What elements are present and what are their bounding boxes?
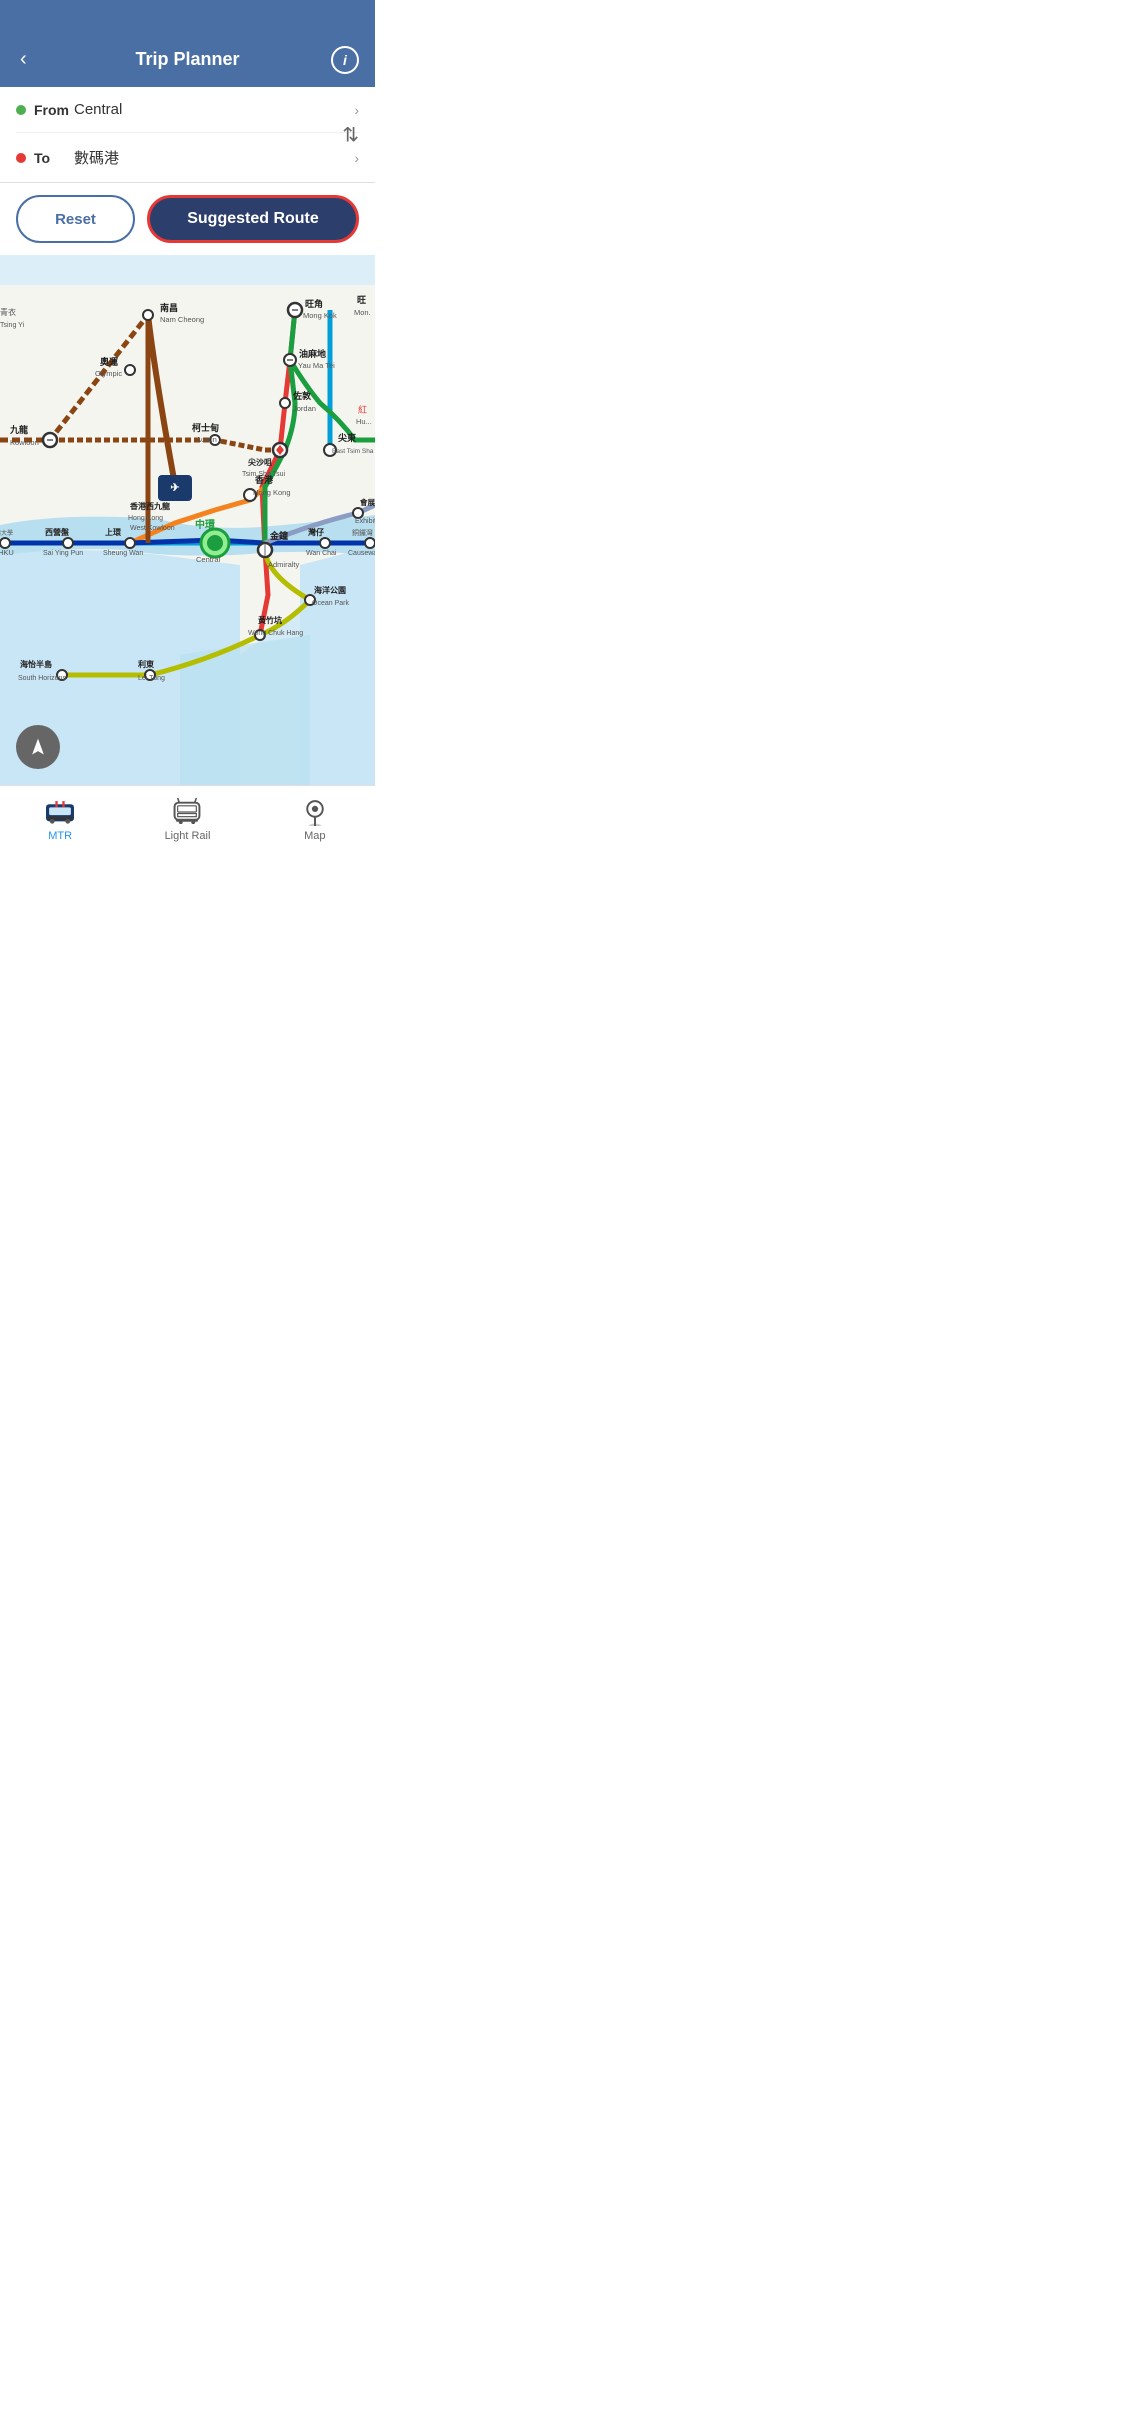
reset-button[interactable]: Reset bbox=[16, 195, 135, 243]
mtr-icon bbox=[44, 798, 76, 826]
svg-text:青衣: 青衣 bbox=[0, 307, 16, 317]
svg-text:Ocean Park: Ocean Park bbox=[312, 600, 349, 607]
svg-text:East Tsim Sha Tsui: East Tsim Sha Tsui bbox=[332, 448, 375, 455]
nav-item-light-rail[interactable]: Light Rail bbox=[145, 794, 231, 846]
svg-text:九龍: 九龍 bbox=[9, 424, 28, 435]
light-rail-label: Light Rail bbox=[165, 830, 211, 842]
svg-text:灣仔: 灣仔 bbox=[308, 527, 324, 537]
svg-text:奧運: 奧運 bbox=[100, 356, 118, 367]
svg-text:Mong Kok: Mong Kok bbox=[303, 311, 337, 320]
svg-text:西營盤: 西營盤 bbox=[45, 527, 70, 537]
suggested-route-button[interactable]: Suggested Route bbox=[147, 195, 359, 243]
svg-text:佐敦: 佐敦 bbox=[292, 390, 312, 401]
light-rail-icon bbox=[171, 798, 203, 826]
svg-text:Olympic: Olympic bbox=[95, 369, 122, 378]
map-icon bbox=[299, 798, 331, 826]
svg-text:Mon.: Mon. bbox=[354, 308, 371, 317]
svg-text:會展: 會展 bbox=[360, 497, 375, 507]
swap-button[interactable]: ⇅ bbox=[342, 122, 359, 147]
svg-text:Jordan: Jordan bbox=[293, 404, 316, 413]
mtr-label: MTR bbox=[48, 830, 72, 842]
svg-text:Yau Ma Tei: Yau Ma Tei bbox=[298, 361, 335, 370]
to-chevron: › bbox=[354, 150, 359, 166]
svg-text:✈: ✈ bbox=[170, 482, 179, 494]
svg-text:Central: Central bbox=[196, 555, 221, 564]
svg-text:銅鑼灣: 銅鑼灣 bbox=[352, 528, 373, 537]
to-value: 數碼港 bbox=[74, 147, 354, 168]
svg-text:柯士甸: 柯士甸 bbox=[192, 422, 219, 433]
route-inputs: From Central › To 數碼港 › ⇅ bbox=[0, 87, 375, 183]
svg-text:Hong Kong: Hong Kong bbox=[253, 488, 291, 497]
svg-text:Sai Ying Pun: Sai Ying Pun bbox=[43, 550, 83, 557]
svg-text:港大學: 港大學 bbox=[0, 529, 13, 537]
svg-text:油麻地: 油麻地 bbox=[299, 348, 326, 359]
from-label: From bbox=[34, 102, 74, 118]
from-dot bbox=[16, 105, 26, 115]
action-buttons: Reset Suggested Route bbox=[0, 183, 375, 255]
app-header: ‹ Trip Planner i bbox=[0, 0, 375, 87]
svg-text:香港西九龍: 香港西九龍 bbox=[129, 501, 170, 511]
svg-text:West Kowloon: West Kowloon bbox=[130, 525, 175, 532]
to-row[interactable]: To 數碼港 › bbox=[16, 133, 359, 182]
svg-text:Tsing Yi: Tsing Yi bbox=[0, 322, 25, 329]
svg-text:海怡半島: 海怡半島 bbox=[20, 659, 52, 669]
nav-item-map[interactable]: Map bbox=[279, 794, 351, 846]
svg-text:中環: 中環 bbox=[195, 518, 216, 531]
svg-text:Wong Chuk Hang: Wong Chuk Hang bbox=[248, 630, 303, 637]
svg-text:Hu...: Hu... bbox=[356, 417, 372, 426]
nav-item-mtr[interactable]: MTR bbox=[24, 794, 96, 846]
svg-text:利東: 利東 bbox=[137, 659, 154, 669]
svg-text:海洋公園: 海洋公園 bbox=[314, 585, 346, 595]
svg-text:Exhibition Cen.: Exhibition Cen. bbox=[355, 518, 375, 525]
from-row[interactable]: From Central › bbox=[16, 87, 359, 133]
svg-text:紅: 紅 bbox=[358, 405, 367, 415]
from-chevron: › bbox=[354, 102, 359, 118]
svg-text:Wan Chai: Wan Chai bbox=[306, 550, 337, 557]
svg-text:Austin: Austin bbox=[196, 435, 217, 444]
svg-text:金鐘: 金鐘 bbox=[269, 530, 288, 541]
svg-text:尖東: 尖東 bbox=[338, 432, 356, 443]
svg-text:HKU: HKU bbox=[0, 548, 14, 557]
svg-text:尖沙咀: 尖沙咀 bbox=[248, 457, 272, 467]
location-button[interactable] bbox=[16, 725, 60, 769]
svg-text:South Horizons: South Horizons bbox=[18, 675, 66, 682]
svg-text:南昌: 南昌 bbox=[160, 302, 178, 313]
svg-text:Sheung Wan: Sheung Wan bbox=[103, 550, 143, 557]
bottom-navigation: MTR Light Rail Map bbox=[0, 785, 375, 862]
to-dot bbox=[16, 153, 26, 163]
svg-text:香港: 香港 bbox=[254, 474, 274, 485]
svg-text:Nam Cheong: Nam Cheong bbox=[160, 315, 204, 324]
page-title: Trip Planner bbox=[135, 49, 239, 70]
to-label: To bbox=[34, 150, 74, 166]
svg-text:上環: 上環 bbox=[105, 527, 122, 537]
svg-text:Hong Kong: Hong Kong bbox=[128, 515, 163, 522]
map-label: Map bbox=[304, 830, 325, 842]
from-value: Central bbox=[74, 101, 354, 118]
svg-text:Causeway B.: Causeway B. bbox=[348, 550, 375, 557]
svg-text:Lei Tung: Lei Tung bbox=[138, 675, 165, 682]
svg-text:Admiralty: Admiralty bbox=[268, 560, 300, 569]
svg-text:旺: 旺 bbox=[357, 295, 366, 305]
svg-text:旺角: 旺角 bbox=[305, 298, 323, 309]
svg-text:Kowloon: Kowloon bbox=[10, 438, 39, 447]
metro-map: ✈ 南昌 Nam Cheong 奧運 Olympic 旺角 Mong Kok bbox=[0, 255, 375, 785]
back-button[interactable]: ‹ bbox=[16, 44, 31, 75]
info-button[interactable]: i bbox=[331, 46, 359, 74]
svg-text:黃竹坑: 黃竹坑 bbox=[258, 615, 282, 625]
